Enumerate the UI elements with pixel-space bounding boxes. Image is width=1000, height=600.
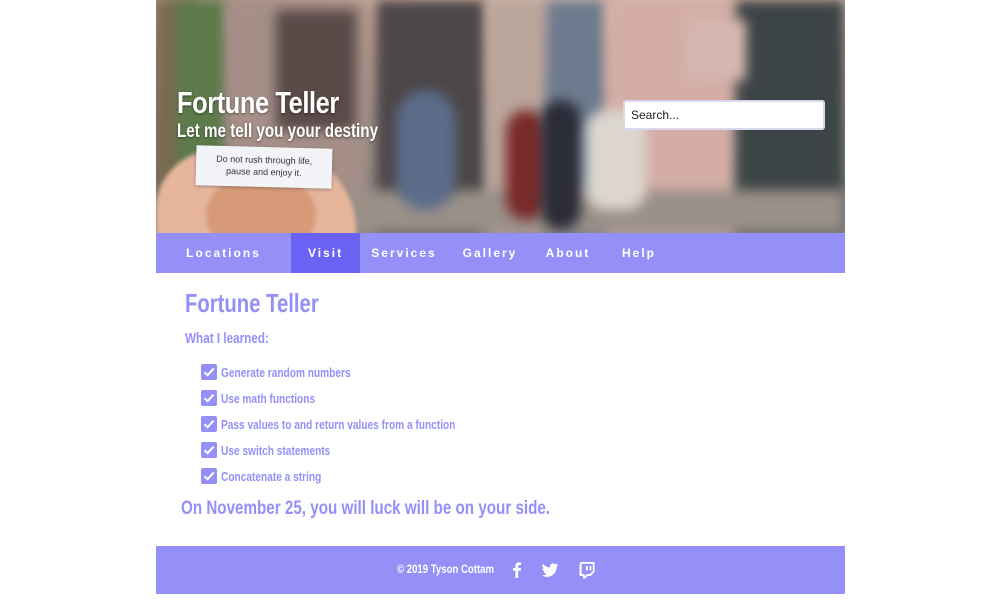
list-item-label: Generate random numbers	[221, 364, 351, 380]
learned-heading: What I learned:	[185, 330, 269, 347]
list-item-label: Use switch statements	[221, 442, 331, 458]
copyright-text: © 2019 Tyson Cottam	[397, 562, 495, 576]
checkbox-checked-icon[interactable]	[201, 364, 217, 380]
list-item: Generate random numbers	[201, 359, 522, 385]
main-nav: Locations Visit Services Gallery About H…	[156, 233, 845, 273]
site-container: Do not rush through life, pause and enjo…	[156, 0, 845, 600]
list-item-label: Pass values to and return values from a …	[221, 416, 456, 432]
main-content: Fortune Teller What I learned: Generate …	[156, 273, 845, 546]
list-item: Use math functions	[201, 385, 522, 411]
twitter-icon[interactable]	[540, 560, 560, 580]
checkbox-checked-icon[interactable]	[201, 416, 217, 432]
fortune-slip: Do not rush through life, pause and enjo…	[195, 145, 333, 189]
page: Do not rush through life, pause and enjo…	[0, 0, 1000, 600]
facebook-icon[interactable]	[507, 560, 527, 580]
list-item-label: Use math functions	[221, 390, 316, 406]
footer: © 2019 Tyson Cottam	[156, 546, 845, 594]
twitch-icon[interactable]	[577, 560, 597, 580]
site-tagline: Let me tell you your destiny	[177, 121, 379, 142]
search-input[interactable]	[623, 100, 825, 130]
nav-item-locations[interactable]: Locations	[156, 233, 291, 273]
nav-item-gallery[interactable]: Gallery	[448, 233, 532, 273]
list-item: Use switch statements	[201, 437, 522, 463]
list-item: Concatenate a string	[201, 463, 522, 489]
checkbox-checked-icon[interactable]	[201, 442, 217, 458]
list-item: Pass values to and return values from a …	[201, 411, 522, 437]
nav-item-services[interactable]: Services	[360, 233, 448, 273]
fortune-result: On November 25, you will luck will be on…	[181, 498, 551, 519]
nav-item-about[interactable]: About	[532, 233, 604, 273]
learned-checklist: Generate random numbers Use math functio…	[201, 359, 522, 489]
site-title: Fortune Teller	[177, 85, 339, 120]
hero-header: Do not rush through life, pause and enjo…	[156, 0, 845, 233]
page-title: Fortune Teller	[185, 288, 319, 318]
nav-item-visit[interactable]: Visit	[291, 233, 360, 273]
checkbox-checked-icon[interactable]	[201, 468, 217, 484]
nav-item-help[interactable]: Help	[604, 233, 674, 273]
checkbox-checked-icon[interactable]	[201, 390, 217, 406]
brand: Fortune Teller Let me tell you your dest…	[177, 86, 428, 144]
list-item-label: Concatenate a string	[221, 468, 322, 484]
